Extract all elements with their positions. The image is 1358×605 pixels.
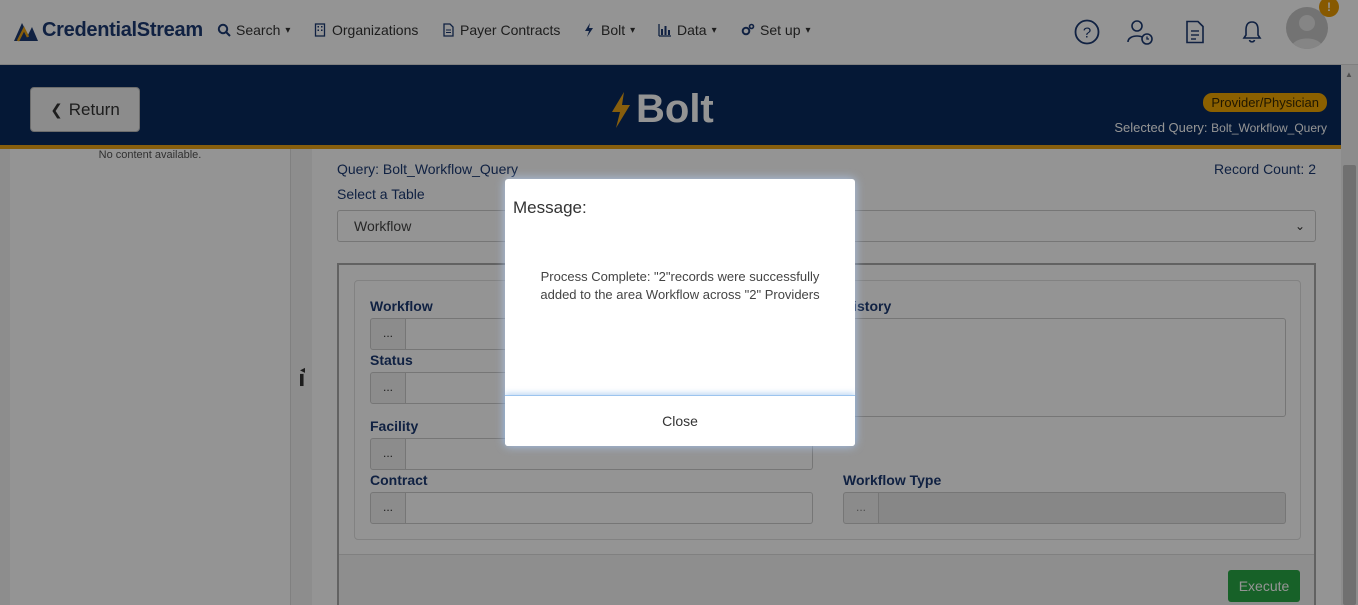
dialog-title: Message: [513,198,587,217]
close-button[interactable]: Close [505,396,855,447]
dialog-footer: Close [505,395,855,446]
dialog-message: Process Complete: "2"records were succes… [540,269,820,302]
message-dialog: Message: Process Complete: "2"records we… [505,179,855,446]
